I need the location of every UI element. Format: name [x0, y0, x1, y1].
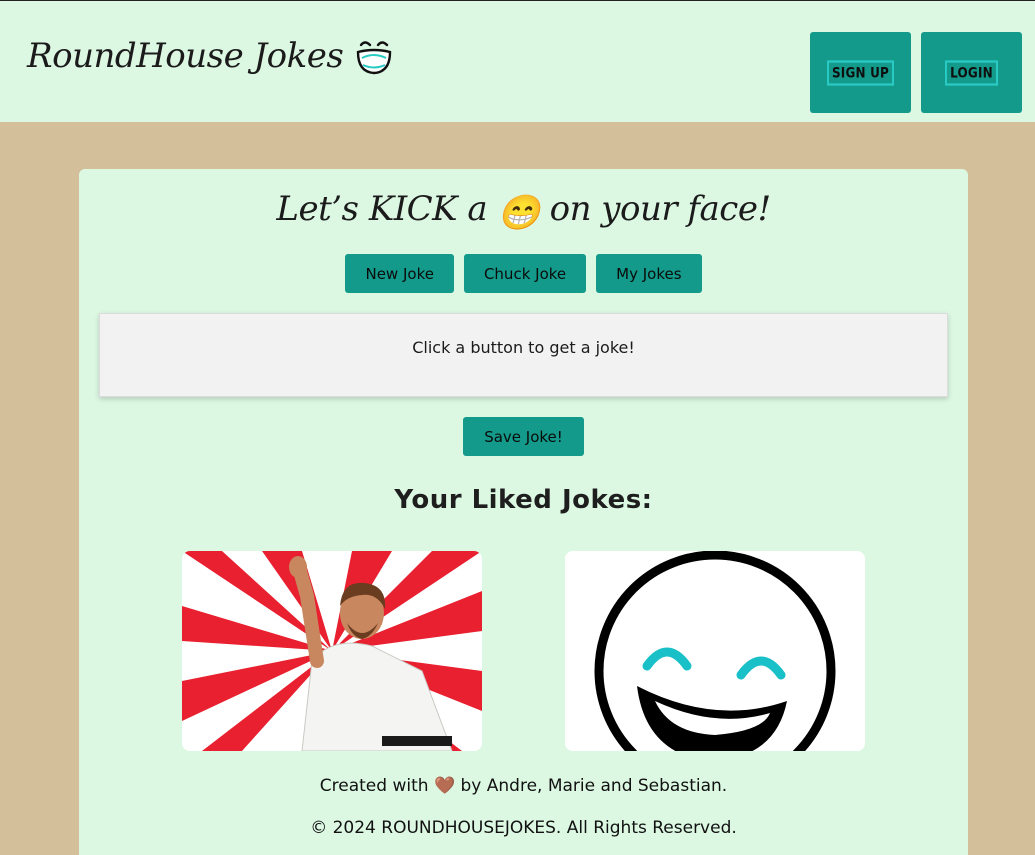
credit-prefix: Created with: [319, 776, 429, 796]
headline-text-end: on your face!: [549, 189, 772, 229]
joke-button-group: New Joke Chuck Joke My Jokes: [79, 254, 968, 293]
sign-up-label: SIGN UP: [826, 59, 895, 86]
heart-icon: 🤎: [433, 776, 456, 796]
copyright: © 2024 ROUNDHOUSEJOKES. All Rights Reser…: [310, 818, 737, 838]
brand-title: RoundHouse Jokes: [27, 36, 344, 76]
top-bar: RoundHouse Jokes SIGN UP LOGIN: [0, 1, 1035, 122]
laughing-face-icon: [565, 551, 865, 751]
joke-display: Click a button to get a joke!: [99, 313, 948, 397]
credit-authors: by Andre, Marie and Sebastian.: [460, 776, 728, 796]
liked-jokes-heading: Your Liked Jokes:: [394, 485, 653, 515]
main-card: Let’s KICK a 😁 on your face! New Joke Ch…: [79, 169, 968, 855]
login-button[interactable]: LOGIN: [921, 32, 1022, 113]
page-headline: Let’s KICK a 😁 on your face!: [79, 189, 968, 233]
save-joke-button[interactable]: Save Joke!: [463, 417, 584, 456]
credit-line: Created with 🤎 by Andre, Marie and Sebas…: [79, 776, 968, 796]
headline-text-start: Let’s KICK a: [276, 189, 488, 229]
laughing-face-icon: [353, 35, 395, 77]
login-label: LOGIN: [945, 59, 998, 86]
brand-logo[interactable]: RoundHouse Jokes: [27, 35, 395, 77]
my-jokes-button[interactable]: My Jokes: [596, 254, 702, 293]
liked-joke-image-1[interactable]: [182, 551, 482, 751]
new-joke-button[interactable]: New Joke: [345, 254, 454, 293]
grinning-face-icon: 😁: [497, 193, 540, 233]
sign-up-button[interactable]: SIGN UP: [810, 32, 911, 113]
joke-text: Click a button to get a joke!: [412, 338, 635, 357]
chuck-joke-button[interactable]: Chuck Joke: [463, 254, 587, 293]
liked-joke-image-2[interactable]: [565, 551, 865, 751]
chuck-norris-photo-icon: [182, 551, 482, 751]
